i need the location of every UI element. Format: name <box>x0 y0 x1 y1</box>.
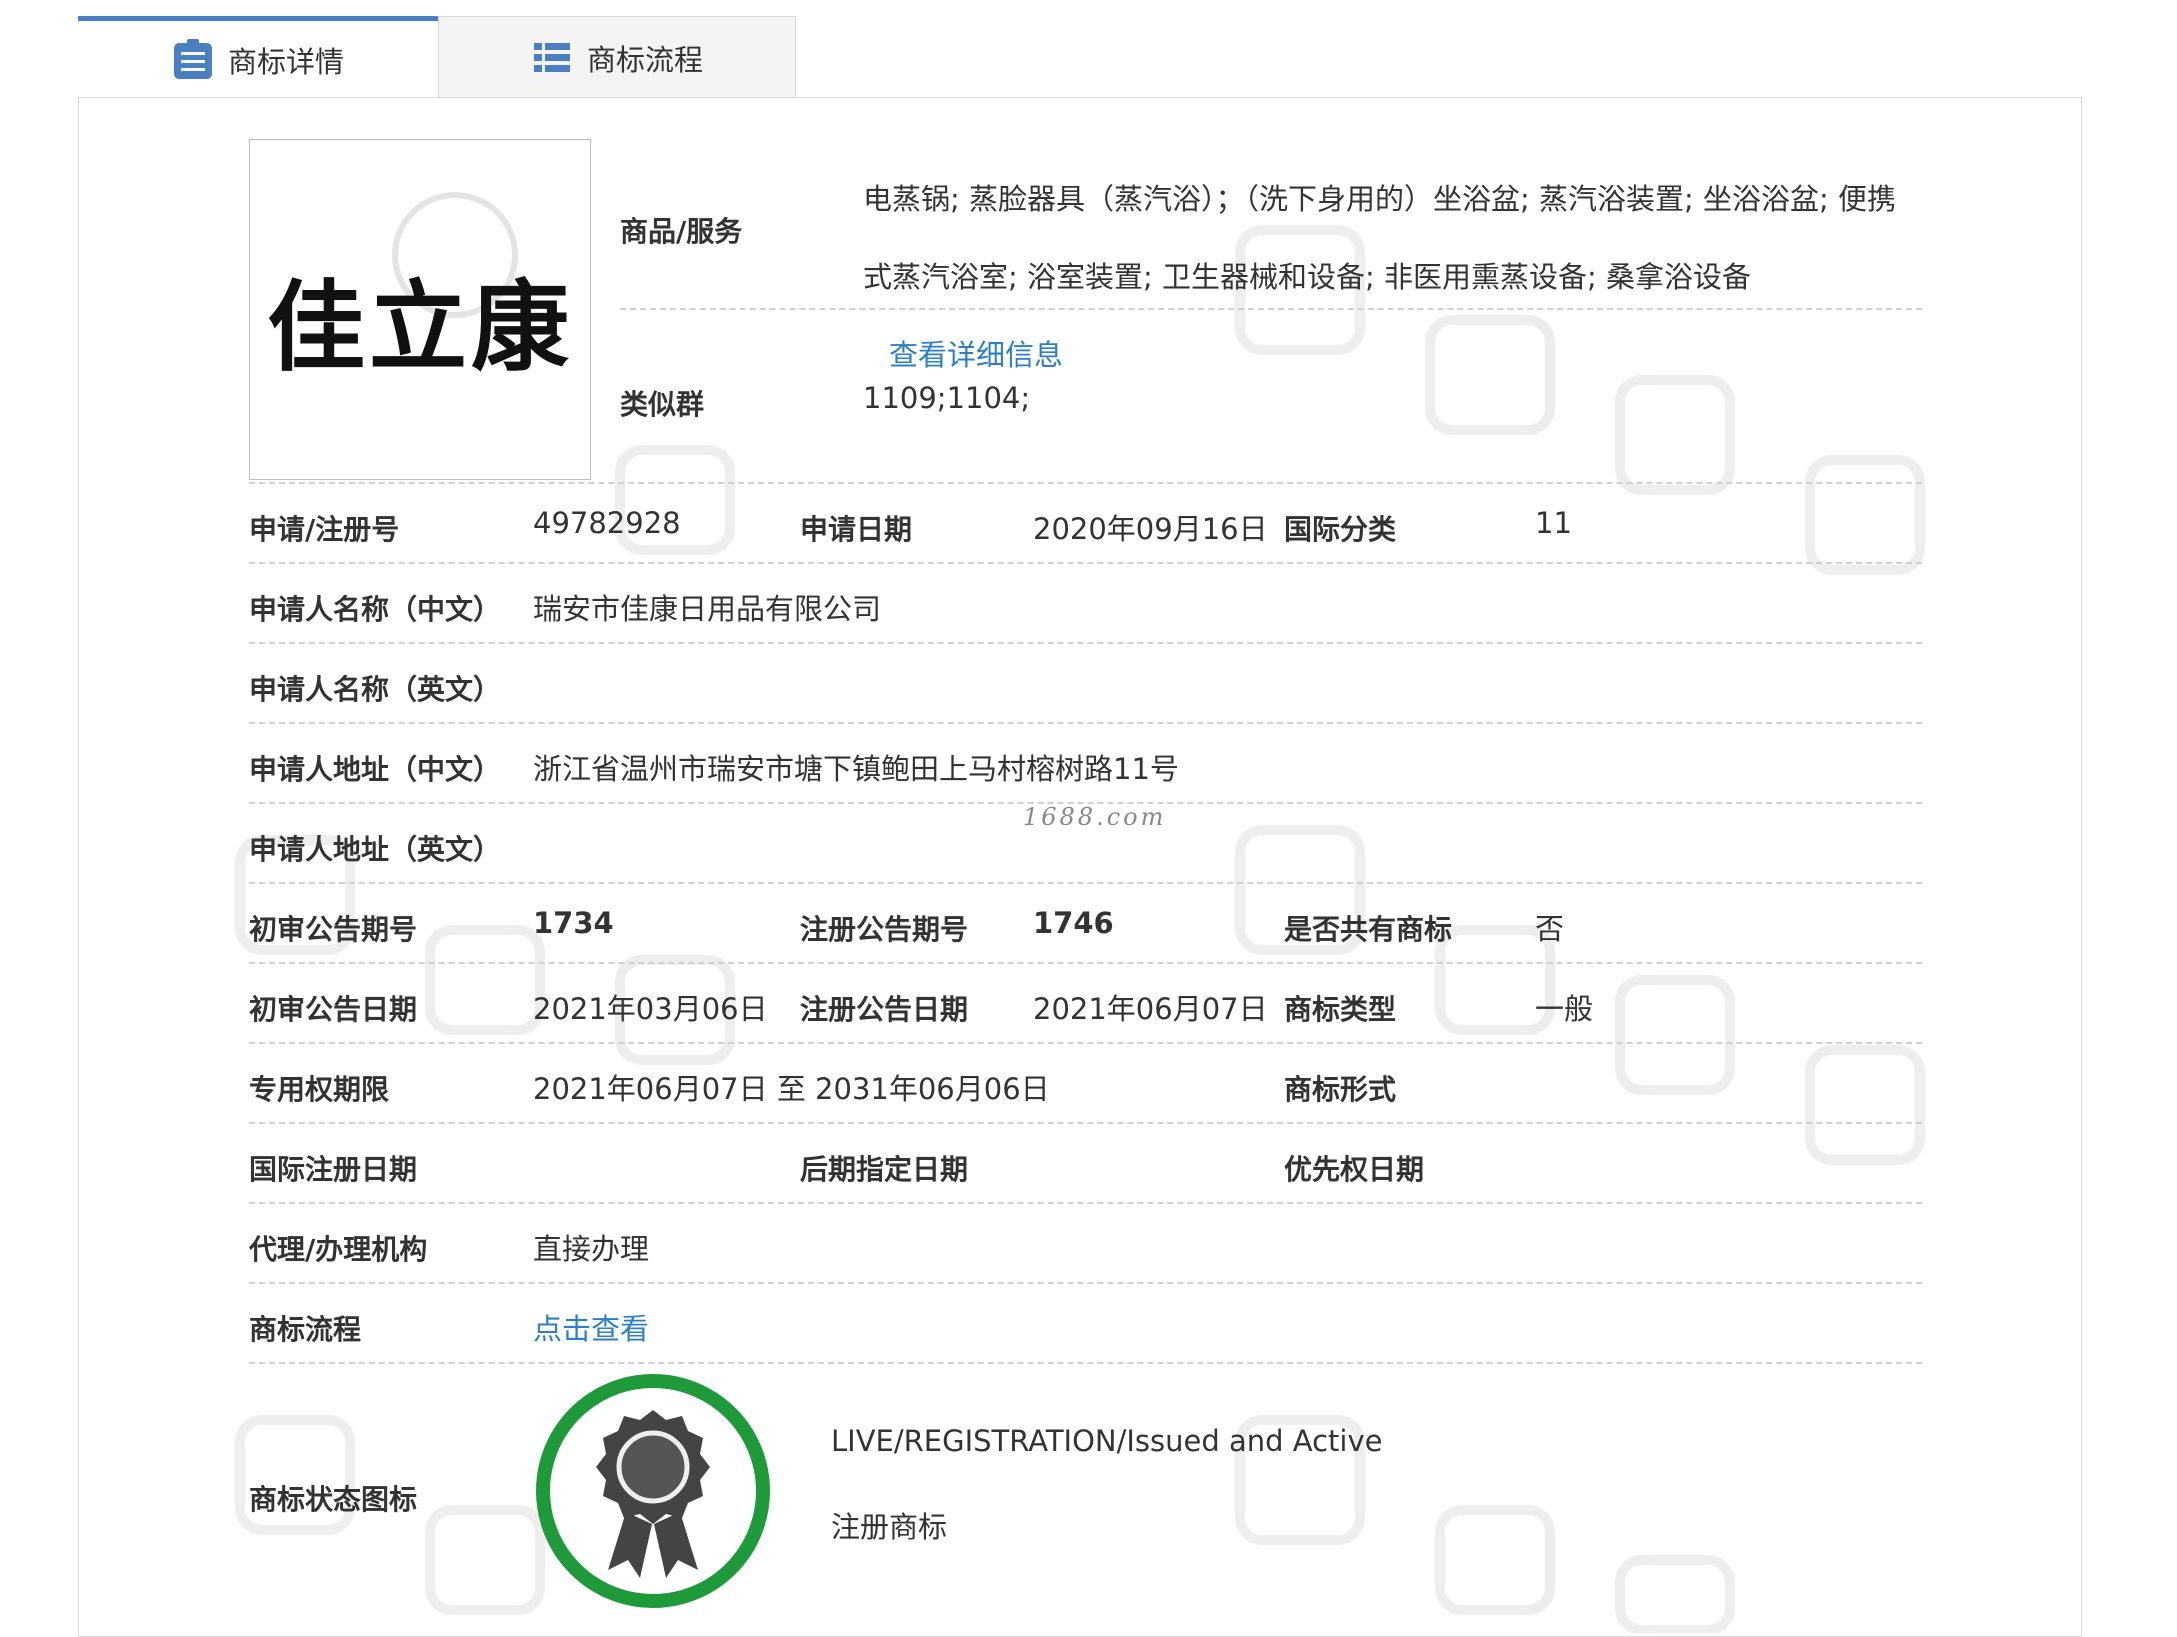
divider <box>249 1122 1922 1124</box>
status-english: LIVE/REGISTRATION/Issued and Active <box>831 1424 1383 1458</box>
reg-issue-value: 1746 <box>1033 906 1114 940</box>
tm-flow-label: 商标流程 <box>249 1313 362 1346</box>
exclusive-period-label: 专用权期限 <box>249 1073 390 1106</box>
goods-services-text: 电蒸锅; 蒸脸器具（蒸汽浴）；（洗下身用的）坐浴盆; 蒸汽浴装置; 坐浴浴盆; … <box>863 182 1896 294</box>
view-details-link[interactable]: 查看详细信息 <box>889 338 1063 372</box>
document-list-icon <box>173 38 212 79</box>
shared-value: 否 <box>1535 912 1565 946</box>
reg-no-value: 49782928 <box>533 506 681 540</box>
divider <box>249 1282 1922 1284</box>
reg-date-label: 注册公告日期 <box>800 993 969 1026</box>
divider <box>249 962 1922 964</box>
tab-label: 商标流程 <box>586 42 703 77</box>
exclusive-period-value: 2021年06月07日 至 2031年06月06日 <box>533 1072 1050 1106</box>
site-watermark: 1688.com <box>1023 803 1167 831</box>
prelim-issue-value: 1734 <box>533 906 614 940</box>
divider <box>249 1202 1922 1204</box>
tm-type-label: 商标类型 <box>1284 993 1397 1026</box>
tm-form-label: 商标形式 <box>1284 1073 1397 1106</box>
address-cn-value: 浙江省温州市瑞安市塘下镇鲍田上马村榕树路11号 <box>533 752 1179 786</box>
prelim-date-value: 2021年03月06日 <box>533 992 768 1026</box>
agency-label: 代理/办理机构 <box>249 1233 428 1266</box>
address-en-label: 申请人地址（英文） <box>249 833 502 866</box>
intl-class-label: 国际分类 <box>1284 513 1397 546</box>
reg-issue-label: 注册公告期号 <box>800 913 969 946</box>
trademark-image: 佳立康 <box>249 139 591 480</box>
reg-no-label: 申请/注册号 <box>249 513 400 546</box>
prelim-issue-label: 初审公告期号 <box>249 913 418 946</box>
tab-trademark-detail[interactable]: 商标详情 <box>78 16 438 98</box>
reg-date-value: 2021年06月07日 <box>1033 992 1268 1026</box>
divider <box>249 562 1922 564</box>
trademark-logo-text: 佳立康 <box>266 270 573 385</box>
applicant-cn-value: 瑞安市佳康日用品有限公司 <box>533 592 882 626</box>
divider <box>249 642 1922 644</box>
similar-group-label: 类似群 <box>620 388 705 421</box>
tab-trademark-flow[interactable]: 商标流程 <box>438 16 796 98</box>
divider <box>249 1042 1922 1044</box>
apply-date-label: 申请日期 <box>800 513 913 546</box>
prelim-date-label: 初审公告日期 <box>249 993 418 1026</box>
address-cn-label: 申请人地址（中文） <box>249 753 502 786</box>
similar-group-value: 1109;1104; <box>863 381 1031 415</box>
divider <box>249 722 1922 724</box>
applicant-cn-label: 申请人名称（中文） <box>249 593 502 626</box>
goods-services-value: 电蒸锅; 蒸脸器具（蒸汽浴）；（洗下身用的）坐浴盆; 蒸汽浴装置; 坐浴浴盆; … <box>863 160 1923 394</box>
intl-reg-date-label: 国际注册日期 <box>249 1153 418 1186</box>
later-designation-label: 后期指定日期 <box>800 1153 969 1186</box>
intl-class-value: 11 <box>1535 506 1572 540</box>
tab-label: 商标详情 <box>227 44 344 79</box>
goods-services-label: 商品/服务 <box>620 215 743 248</box>
shared-label: 是否共有商标 <box>1284 913 1453 946</box>
apply-date-value: 2020年09月16日 <box>1033 512 1268 546</box>
list-icon <box>533 42 570 72</box>
view-flow-link[interactable]: 点击查看 <box>533 1306 649 1348</box>
divider <box>249 882 1922 884</box>
applicant-en-label: 申请人名称（英文） <box>249 673 502 706</box>
tm-type-value: 一般 <box>1535 992 1594 1026</box>
divider <box>249 1362 1922 1364</box>
priority-date-label: 优先权日期 <box>1284 1153 1425 1186</box>
award-ribbon-icon <box>536 1374 770 1608</box>
divider <box>249 482 1922 484</box>
agency-value: 直接办理 <box>533 1232 650 1266</box>
status-chinese: 注册商标 <box>831 1510 948 1544</box>
status-icon-label: 商标状态图标 <box>249 1483 418 1516</box>
divider <box>620 308 1922 310</box>
